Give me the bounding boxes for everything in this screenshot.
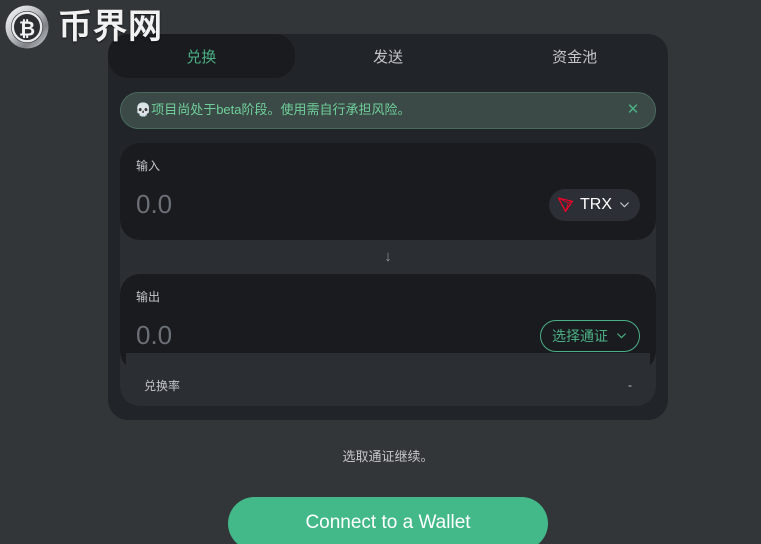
exchange-rate-label: 兑换率 — [144, 378, 181, 393]
beta-warning-message: 项目尚处于beta阶段。使用需自行承担风险。 — [151, 102, 411, 117]
connect-wallet-button[interactable]: Connect to a Wallet — [228, 496, 548, 544]
swap-direction-band: ↓ — [120, 240, 656, 274]
beta-warning-banner: 💀项目尚处于beta阶段。使用需自行承担风险。 ✕ — [120, 92, 656, 129]
chevron-down-icon — [620, 202, 629, 208]
tron-logo-icon — [557, 197, 574, 213]
tab-send[interactable]: 发送 — [295, 34, 482, 78]
output-panel-label: 输出 — [136, 289, 161, 304]
skull-icon: 💀 — [135, 102, 152, 117]
input-token-symbol: TRX — [580, 195, 612, 213]
site-logo: ₿ 币界网 — [4, 4, 163, 50]
bitcoin-coin-icon: ₿ — [5, 5, 49, 49]
swap-direction-arrow[interactable]: ↓ — [384, 249, 392, 264]
svg-text:₿: ₿ — [19, 17, 35, 41]
swap-card-body: 💀项目尚处于beta阶段。使用需自行承担风险。 ✕ 输入 TRX — [108, 78, 668, 420]
tab-pool-label: 资金池 — [552, 48, 598, 66]
select-token-button[interactable]: 选择通证 — [540, 319, 640, 352]
site-logo-text: 币界网 — [58, 7, 163, 47]
tab-send-label: 发送 — [373, 48, 404, 66]
close-icon[interactable]: ✕ — [625, 102, 641, 118]
beta-warning-text: 💀项目尚处于beta阶段。使用需自行承担风险。 — [135, 102, 615, 119]
exchange-rate-value: - — [628, 378, 632, 393]
select-token-label: 选择通证 — [552, 327, 608, 344]
input-amount-field[interactable] — [136, 189, 476, 221]
tab-pool[interactable]: 资金池 — [481, 34, 668, 78]
tab-swap-label: 兑换 — [186, 48, 217, 66]
chevron-down-icon — [617, 333, 626, 339]
input-panel: 输入 TRX — [120, 142, 656, 240]
exchange-rate-row: 兑换率 - — [126, 352, 650, 406]
output-panel-row: 选择通证 — [136, 317, 640, 355]
swap-card: 兑换 发送 资金池 💀项目尚处于beta阶段。使用需自行承担风险。 ✕ 输入 0… — [108, 34, 668, 544]
input-panel-label: 输入 — [136, 158, 161, 173]
tab-bar: 兑换 发送 资金池 — [108, 34, 668, 78]
select-token-hint: 选取通证继续。 — [342, 448, 434, 464]
input-token-selector[interactable]: TRX — [549, 188, 640, 221]
input-panel-row: TRX — [136, 186, 640, 224]
swap-panels: 输入 TRX ↓ — [120, 142, 656, 406]
output-amount-field[interactable] — [136, 320, 476, 352]
